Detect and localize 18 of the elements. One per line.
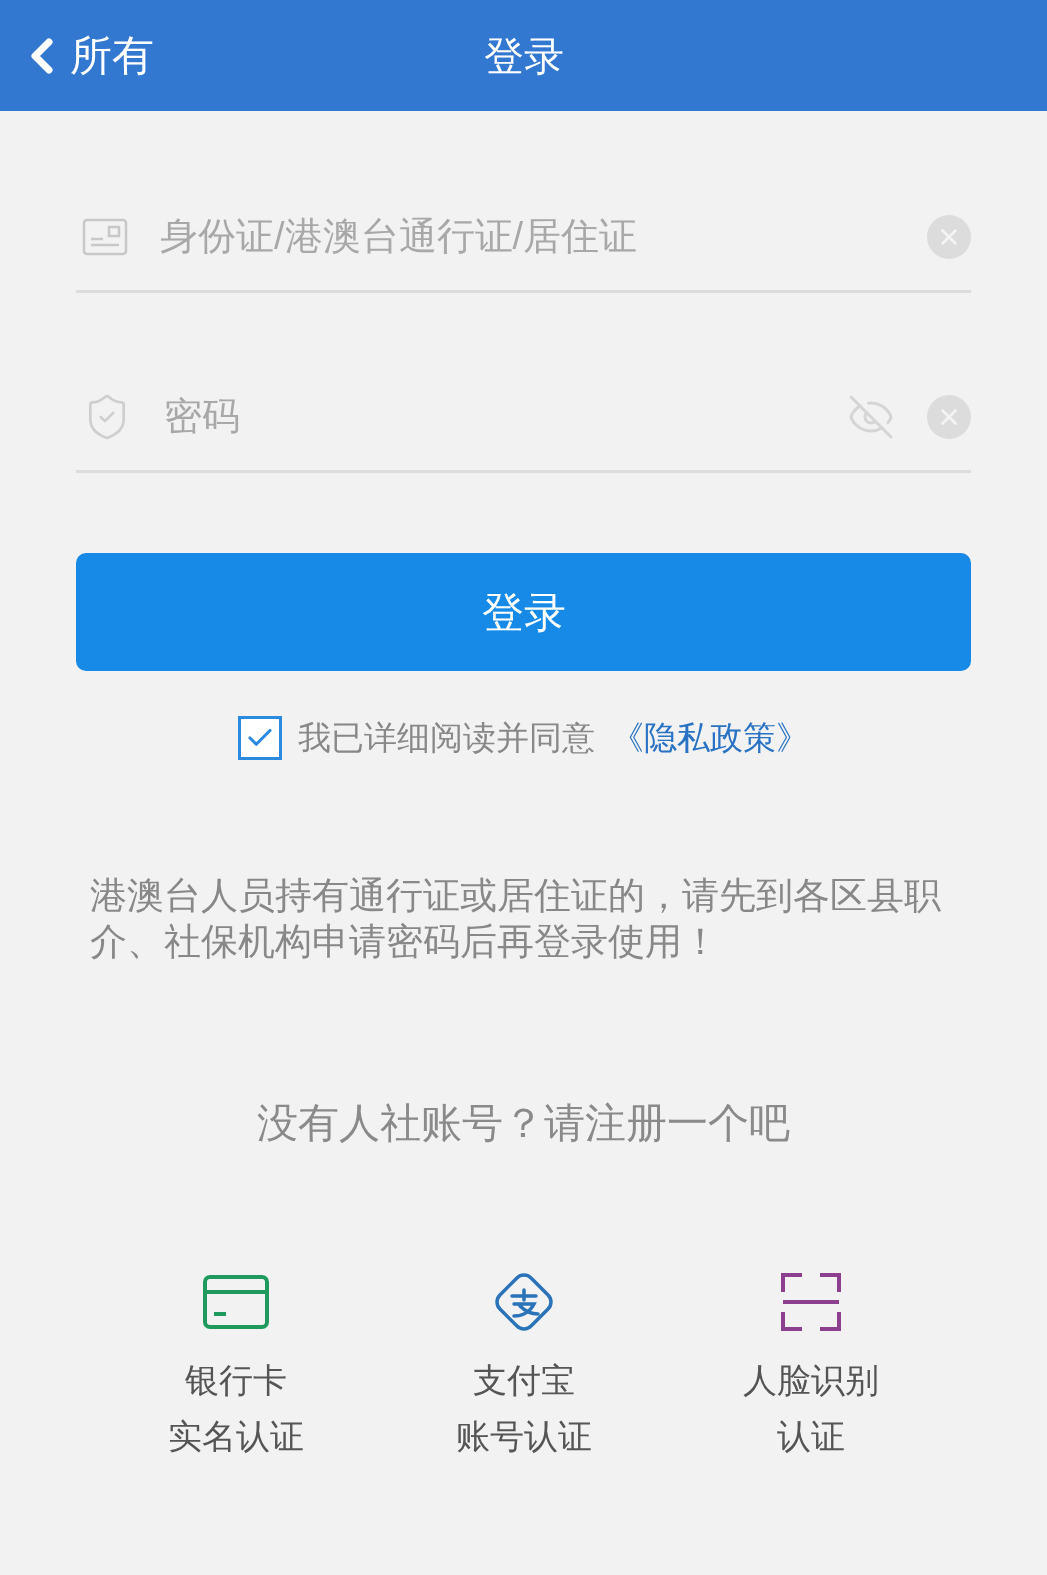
scan-frame-icon[interactable]: [780, 1272, 842, 1332]
privacy-policy-link[interactable]: 《隐私政策》: [611, 713, 809, 763]
login-button[interactable]: 登录: [76, 553, 971, 671]
option-label[interactable]: 账号认证: [455, 1408, 592, 1464]
option-label[interactable]: 认证: [777, 1408, 845, 1464]
id-card-icon: [82, 217, 128, 256]
page-title: 登录: [483, 32, 564, 80]
back-button[interactable]: 所有: [0, 24, 154, 87]
option-label[interactable]: 支付宝: [472, 1352, 575, 1408]
option-label[interactable]: 人脸识别: [743, 1352, 879, 1408]
password-field[interactable]: 密码: [164, 386, 815, 447]
option-label[interactable]: 银行卡: [185, 1352, 287, 1408]
card-icon[interactable]: [202, 1274, 270, 1330]
option-label[interactable]: 实名认证: [168, 1408, 304, 1464]
notice-text: 港澳台人员持有通行证或居住证的，请先到各区县职介、社保机构申请密码后再登录使用！: [90, 873, 942, 964]
agreement-text: 我已详细阅读并同意: [298, 718, 595, 758]
id-number-field[interactable]: 身份证/港澳台通行证/居住证: [160, 206, 895, 267]
agree-checkbox[interactable]: [238, 715, 282, 760]
